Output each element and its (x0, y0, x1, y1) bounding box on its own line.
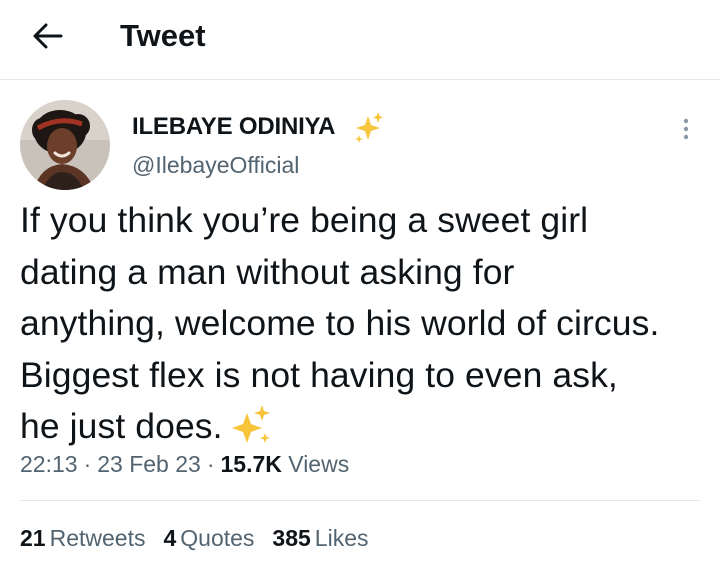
quotes-stat[interactable]: 4 Quotes (163, 522, 254, 554)
divider (20, 500, 700, 501)
views-count: 15.7K (220, 451, 282, 477)
retweets-count: 21 (20, 525, 46, 551)
retweets-label: Retweets (49, 525, 146, 551)
quotes-label: Quotes (180, 525, 255, 551)
likes-count: 385 (272, 525, 311, 551)
sparkles-icon (355, 112, 383, 143)
tweet-date[interactable]: 23 Feb 23 (97, 451, 201, 477)
tweet-meta: 22:13 · 23 Feb 23 · 15.7K Views (20, 448, 349, 480)
avatar[interactable] (20, 100, 110, 190)
back-button[interactable] (24, 16, 72, 56)
top-bar: Tweet (0, 0, 720, 80)
likes-stat[interactable]: 385 Likes (272, 522, 368, 554)
engagement-stats: 21 Retweets 4 Quotes 385 Likes (20, 522, 387, 554)
separator-dot: · (83, 451, 92, 477)
tweet-text: If you think you’re being a sweet girl d… (20, 195, 660, 453)
tweet-time[interactable]: 22:13 (20, 451, 78, 477)
tweet-text-content: If you think you’re being a sweet girl d… (20, 200, 660, 446)
retweets-stat[interactable]: 21 Retweets (20, 522, 145, 554)
arrow-left-icon (33, 23, 63, 49)
views-label: Views (288, 451, 350, 477)
likes-label: Likes (314, 525, 369, 551)
quotes-count: 4 (163, 525, 177, 551)
page-title: Tweet (120, 18, 206, 53)
author-display-name[interactable]: ILEBAYE ODINIYA (132, 112, 335, 142)
more-vertical-icon (683, 118, 689, 140)
author-handle[interactable]: @IlebayeOfficial (132, 150, 299, 180)
more-options-button[interactable] (668, 112, 704, 146)
avatar-image (20, 100, 110, 190)
sparkles-icon (231, 405, 270, 443)
separator-dot: · (206, 451, 215, 477)
